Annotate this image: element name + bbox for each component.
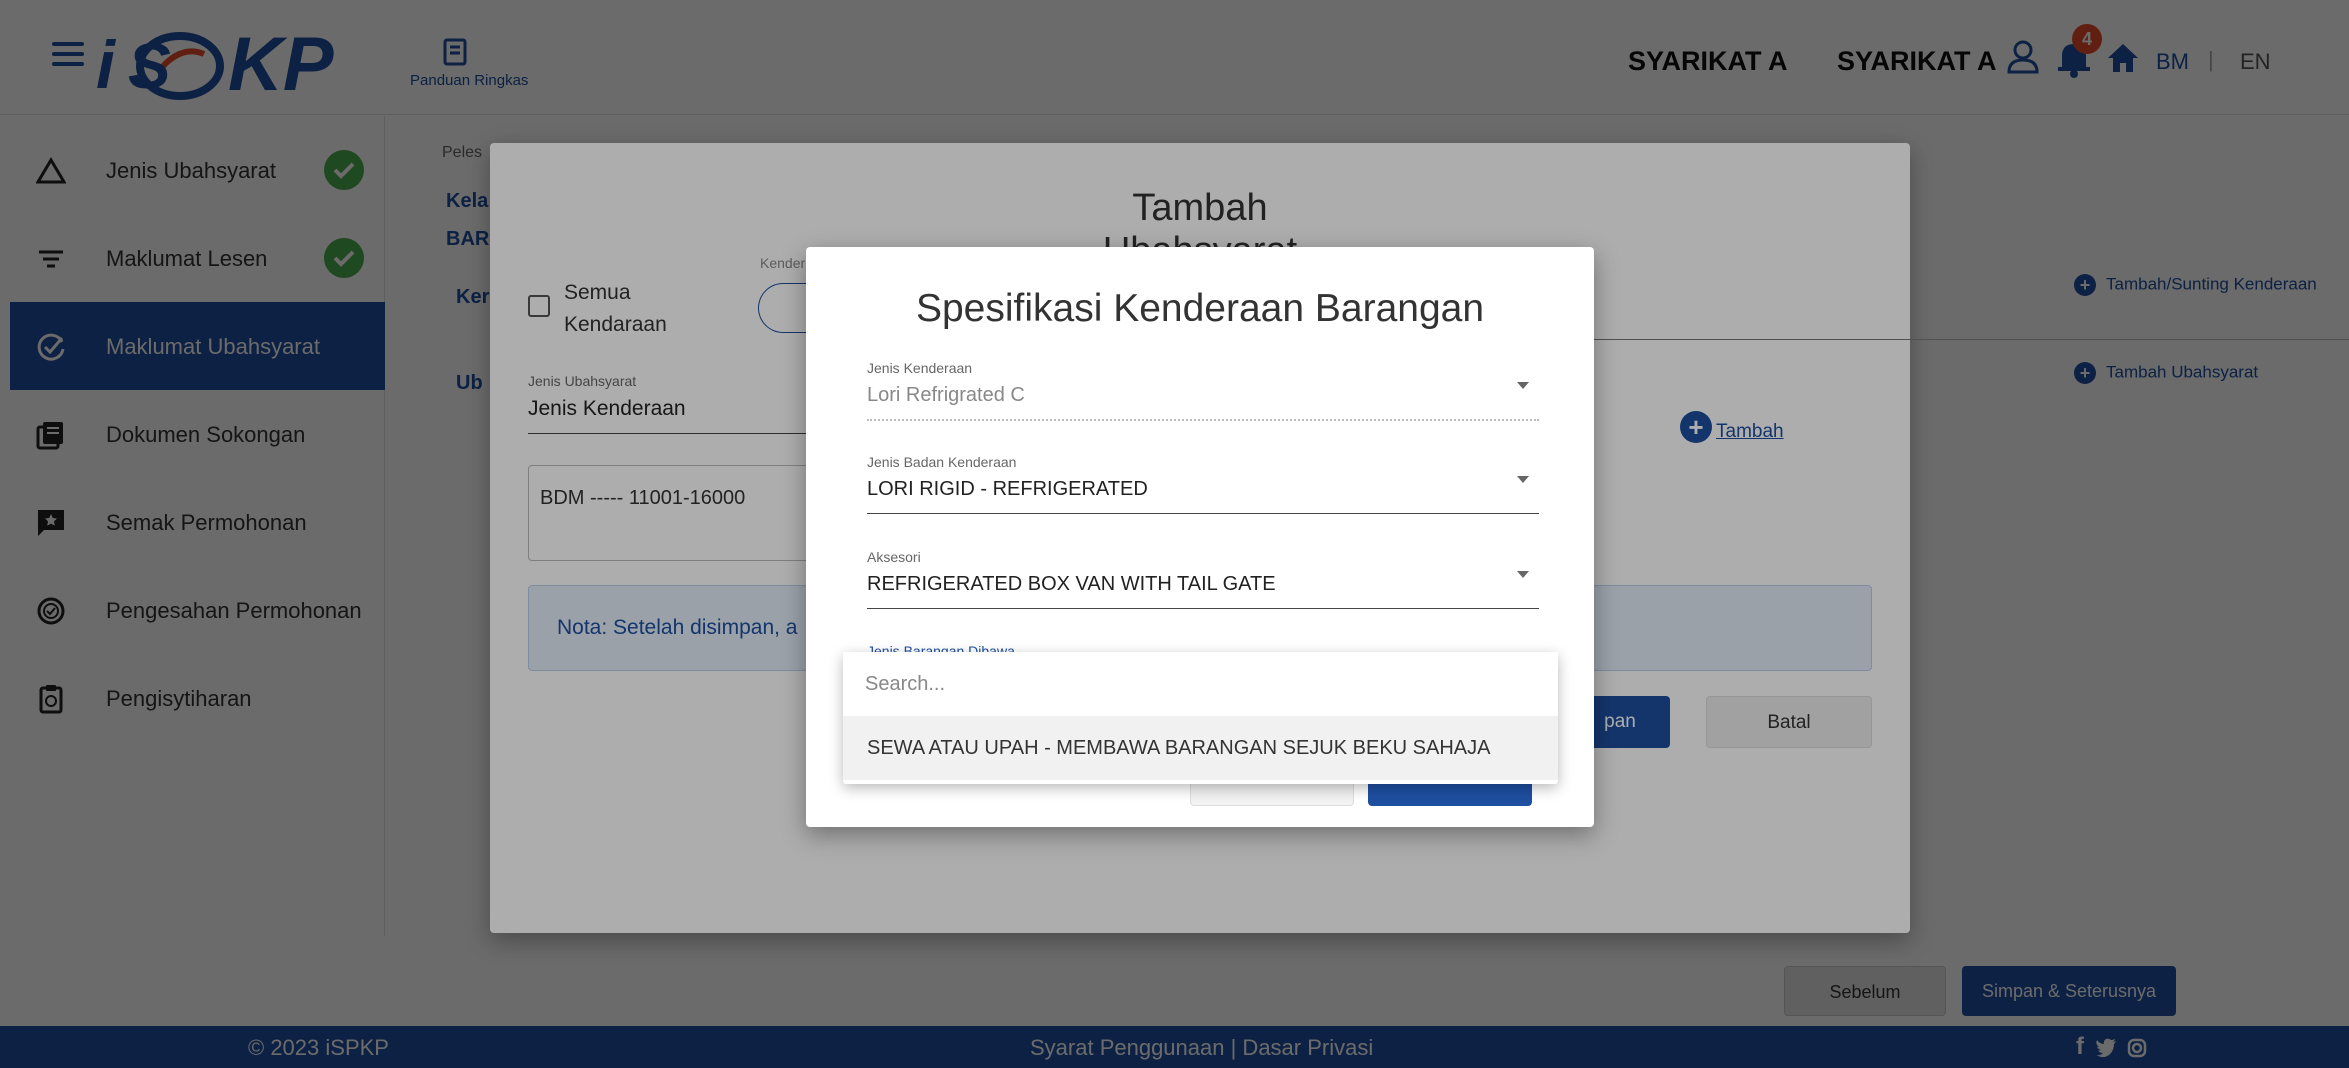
field-label: Jenis Badan Kenderaan [867,454,1017,470]
aksesori-field[interactable]: Aksesori REFRIGERATED BOX VAN WITH TAIL … [867,549,1539,609]
dialog-title: Spesifikasi Kenderaan Barangan [915,287,1485,330]
field-value: Lori Refrigrated C [867,384,1025,406]
dropdown-search-input[interactable] [843,652,1558,716]
chevron-down-icon [1517,382,1529,389]
field-label: Jenis Kenderaan [867,360,973,376]
field-value: LORI RIGID - REFRIGERATED [867,478,1148,500]
field-label: Aksesori [867,549,921,565]
chevron-down-icon [1517,476,1529,483]
dropdown-option[interactable]: SEWA ATAU UPAH - MEMBAWA BARANGAN SEJUK … [843,716,1558,780]
jenis-badan-kenderaan-field[interactable]: Jenis Badan Kenderaan LORI RIGID - REFRI… [867,454,1539,514]
jenis-kenderaan-field[interactable]: Jenis Kenderaan Lori Refrigrated C [867,360,1539,421]
jenis-barangan-dropdown: SEWA ATAU UPAH - MEMBAWA BARANGAN SEJUK … [843,652,1558,784]
chevron-down-icon [1517,571,1529,578]
field-value: REFRIGERATED BOX VAN WITH TAIL GATE [867,573,1276,595]
